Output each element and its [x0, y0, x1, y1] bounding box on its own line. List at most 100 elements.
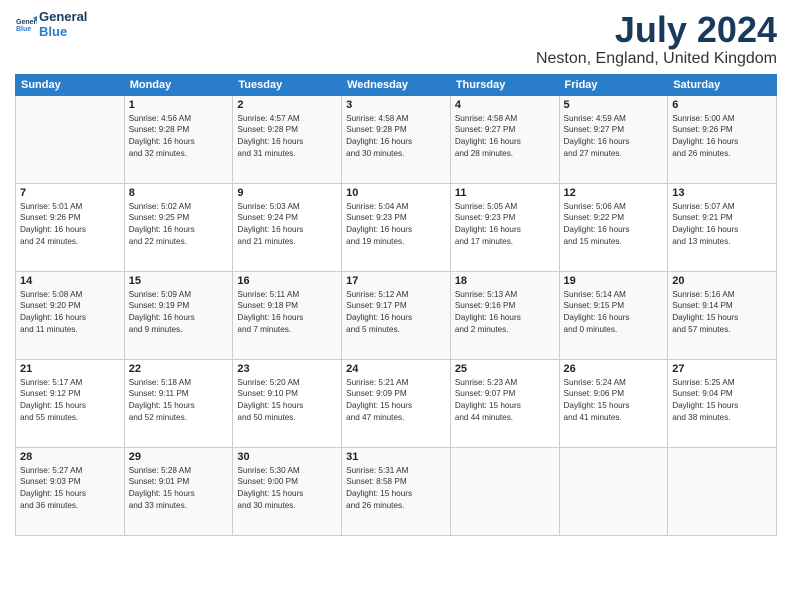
- day-number: 12: [564, 187, 664, 199]
- calendar-week-3: 14 Sunrise: 5:08 AM Sunset: 9:20 PM Dayli…: [16, 271, 777, 359]
- day-info: Sunrise: 5:01 AM Sunset: 9:26 PM Dayligh…: [20, 201, 120, 249]
- day-number: 1: [129, 99, 229, 111]
- day-number: 29: [129, 451, 229, 463]
- day-number: 30: [237, 451, 337, 463]
- col-header-thursday: Thursday: [450, 74, 559, 95]
- calendar-cell: 23 Sunrise: 5:20 AM Sunset: 9:10 PM Dayli…: [233, 359, 342, 447]
- day-number: 11: [455, 187, 555, 199]
- day-number: 19: [564, 275, 664, 287]
- calendar-week-5: 28Sunrise: 5:27 AM Sunset: 9:03 PM Dayli…: [16, 447, 777, 535]
- day-number: 6: [672, 99, 772, 111]
- logo-text-blue: Blue: [39, 25, 87, 40]
- day-number: 8: [129, 187, 229, 199]
- day-number: 4: [455, 99, 555, 111]
- logo: General Blue General Blue: [15, 10, 87, 40]
- calendar-cell: 25 Sunrise: 5:23 AM Sunset: 9:07 PM Dayli…: [450, 359, 559, 447]
- day-number: 3: [346, 99, 446, 111]
- calendar-cell: 26 Sunrise: 5:24 AM Sunset: 9:06 PM Dayli…: [559, 359, 668, 447]
- day-info: Sunrise: 5:02 AM Sunset: 9:25 PM Dayligh…: [129, 201, 229, 249]
- day-number: 26: [564, 363, 664, 375]
- day-number: 7: [20, 187, 120, 199]
- calendar-cell: 19 Sunrise: 5:14 AM Sunset: 9:15 PM Dayli…: [559, 271, 668, 359]
- calendar-cell: 11 Sunrise: 5:05 AM Sunset: 9:23 PM Dayli…: [450, 183, 559, 271]
- day-info: Sunrise: 5:24 AM Sunset: 9:06 PM Dayligh…: [564, 377, 664, 425]
- calendar-cell: 31Sunrise: 5:31 AM Sunset: 8:58 PM Dayli…: [342, 447, 451, 535]
- calendar-cell: 17 Sunrise: 5:12 AM Sunset: 9:17 PM Dayli…: [342, 271, 451, 359]
- col-header-wednesday: Wednesday: [342, 74, 451, 95]
- calendar-cell: [668, 447, 777, 535]
- day-number: 9: [237, 187, 337, 199]
- calendar-cell: 24 Sunrise: 5:21 AM Sunset: 9:09 PM Dayli…: [342, 359, 451, 447]
- calendar-cell: 3 Sunrise: 4:58 AM Sunset: 9:28 PM Daylig…: [342, 95, 451, 183]
- day-info: Sunrise: 4:58 AM Sunset: 9:27 PM Dayligh…: [455, 113, 555, 161]
- calendar-table: SundayMondayTuesdayWednesdayThursdayFrid…: [15, 74, 777, 536]
- calendar-cell: 16Sunrise: 5:11 AM Sunset: 9:18 PM Dayli…: [233, 271, 342, 359]
- calendar-cell: 30 Sunrise: 5:30 AM Sunset: 9:00 PM Dayli…: [233, 447, 342, 535]
- day-number: 24: [346, 363, 446, 375]
- col-header-sunday: Sunday: [16, 74, 125, 95]
- day-number: 2: [237, 99, 337, 111]
- day-info: Sunrise: 4:58 AM Sunset: 9:28 PM Dayligh…: [346, 113, 446, 161]
- day-info: Sunrise: 5:16 AM Sunset: 9:14 PM Dayligh…: [672, 289, 772, 337]
- calendar-cell: 27 Sunrise: 5:25 AM Sunset: 9:04 PM Dayli…: [668, 359, 777, 447]
- day-number: 23: [237, 363, 337, 375]
- day-number: 27: [672, 363, 772, 375]
- calendar-cell: 2 Sunrise: 4:57 AM Sunset: 9:28 PM Daylig…: [233, 95, 342, 183]
- day-info: Sunrise: 5:25 AM Sunset: 9:04 PM Dayligh…: [672, 377, 772, 425]
- day-info: Sunrise: 5:08 AM Sunset: 9:20 PM Dayligh…: [20, 289, 120, 337]
- day-number: 14: [20, 275, 120, 287]
- calendar-week-1: 1Sunrise: 4:56 AM Sunset: 9:28 PM Daylig…: [16, 95, 777, 183]
- calendar-cell: 29 Sunrise: 5:28 AM Sunset: 9:01 PM Dayli…: [124, 447, 233, 535]
- day-number: 22: [129, 363, 229, 375]
- calendar-cell: 1Sunrise: 4:56 AM Sunset: 9:28 PM Daylig…: [124, 95, 233, 183]
- location-subtitle: Neston, England, United Kingdom: [536, 50, 777, 68]
- day-info: Sunrise: 5:28 AM Sunset: 9:01 PM Dayligh…: [129, 465, 229, 513]
- calendar-cell: [16, 95, 125, 183]
- day-info: Sunrise: 5:21 AM Sunset: 9:09 PM Dayligh…: [346, 377, 446, 425]
- col-header-friday: Friday: [559, 74, 668, 95]
- svg-text:Blue: Blue: [16, 26, 31, 33]
- calendar-week-4: 21Sunrise: 5:17 AM Sunset: 9:12 PM Dayli…: [16, 359, 777, 447]
- calendar-cell: 21Sunrise: 5:17 AM Sunset: 9:12 PM Dayli…: [16, 359, 125, 447]
- day-info: Sunrise: 5:12 AM Sunset: 9:17 PM Dayligh…: [346, 289, 446, 337]
- calendar-cell: 13Sunrise: 5:07 AM Sunset: 9:21 PM Dayli…: [668, 183, 777, 271]
- day-info: Sunrise: 5:04 AM Sunset: 9:23 PM Dayligh…: [346, 201, 446, 249]
- calendar-cell: [450, 447, 559, 535]
- calendar-cell: 10 Sunrise: 5:04 AM Sunset: 9:23 PM Dayli…: [342, 183, 451, 271]
- calendar-cell: 28Sunrise: 5:27 AM Sunset: 9:03 PM Dayli…: [16, 447, 125, 535]
- day-number: 10: [346, 187, 446, 199]
- day-number: 31: [346, 451, 446, 463]
- calendar-week-2: 7 Sunrise: 5:01 AM Sunset: 9:26 PM Daylig…: [16, 183, 777, 271]
- day-info: Sunrise: 5:03 AM Sunset: 9:24 PM Dayligh…: [237, 201, 337, 249]
- calendar-cell: 18 Sunrise: 5:13 AM Sunset: 9:16 PM Dayli…: [450, 271, 559, 359]
- header: General Blue General Blue July 2024 Nest…: [15, 10, 777, 68]
- day-info: Sunrise: 5:06 AM Sunset: 9:22 PM Dayligh…: [564, 201, 664, 249]
- day-number: 5: [564, 99, 664, 111]
- day-info: Sunrise: 5:18 AM Sunset: 9:11 PM Dayligh…: [129, 377, 229, 425]
- day-info: Sunrise: 5:00 AM Sunset: 9:26 PM Dayligh…: [672, 113, 772, 161]
- day-info: Sunrise: 4:57 AM Sunset: 9:28 PM Dayligh…: [237, 113, 337, 161]
- day-number: 25: [455, 363, 555, 375]
- day-number: 21: [20, 363, 120, 375]
- day-number: 17: [346, 275, 446, 287]
- day-info: Sunrise: 5:23 AM Sunset: 9:07 PM Dayligh…: [455, 377, 555, 425]
- day-info: Sunrise: 4:59 AM Sunset: 9:27 PM Dayligh…: [564, 113, 664, 161]
- day-number: 18: [455, 275, 555, 287]
- day-info: Sunrise: 5:05 AM Sunset: 9:23 PM Dayligh…: [455, 201, 555, 249]
- calendar-cell: 4 Sunrise: 4:58 AM Sunset: 9:27 PM Daylig…: [450, 95, 559, 183]
- col-header-monday: Monday: [124, 74, 233, 95]
- calendar-cell: 12 Sunrise: 5:06 AM Sunset: 9:22 PM Dayli…: [559, 183, 668, 271]
- col-header-saturday: Saturday: [668, 74, 777, 95]
- day-info: Sunrise: 5:20 AM Sunset: 9:10 PM Dayligh…: [237, 377, 337, 425]
- day-number: 13: [672, 187, 772, 199]
- day-number: 28: [20, 451, 120, 463]
- title-block: July 2024 Neston, England, United Kingdo…: [536, 10, 777, 68]
- calendar-cell: 6 Sunrise: 5:00 AM Sunset: 9:26 PM Daylig…: [668, 95, 777, 183]
- logo-text-general: General: [39, 10, 87, 25]
- calendar-cell: 14 Sunrise: 5:08 AM Sunset: 9:20 PM Dayli…: [16, 271, 125, 359]
- day-info: Sunrise: 5:30 AM Sunset: 9:00 PM Dayligh…: [237, 465, 337, 513]
- day-info: Sunrise: 5:14 AM Sunset: 9:15 PM Dayligh…: [564, 289, 664, 337]
- svg-text:General: General: [16, 19, 37, 26]
- calendar-cell: 15Sunrise: 5:09 AM Sunset: 9:19 PM Dayli…: [124, 271, 233, 359]
- day-info: Sunrise: 5:13 AM Sunset: 9:16 PM Dayligh…: [455, 289, 555, 337]
